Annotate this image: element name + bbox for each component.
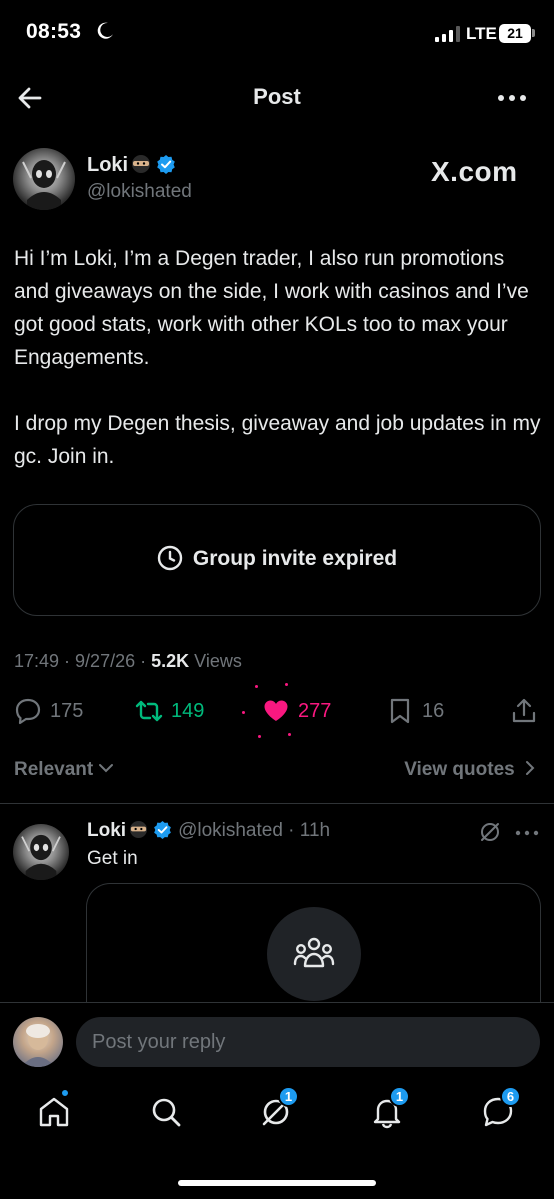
like-sparkle xyxy=(288,733,291,736)
share-icon xyxy=(512,698,536,723)
source-label: X.com xyxy=(431,156,518,187)
reply-handle-time: @lokishated · 11h xyxy=(178,820,331,841)
nav-search[interactable] xyxy=(148,1094,184,1130)
reply-composer xyxy=(0,1002,554,1078)
bookmark-count: 16 xyxy=(422,700,445,722)
moon-icon xyxy=(97,22,113,39)
ninja-emoji-icon xyxy=(130,820,148,839)
sort-dropdown[interactable]: Relevant xyxy=(14,759,114,781)
battery-tip xyxy=(532,29,535,37)
reply-author-name[interactable]: Loki xyxy=(87,820,126,841)
author-name-row[interactable]: Loki xyxy=(87,154,176,177)
grok-badge: 1 xyxy=(278,1086,299,1107)
nav-messages[interactable]: 6 xyxy=(480,1086,521,1130)
reply-avatar[interactable] xyxy=(13,824,69,880)
verified-badge-icon xyxy=(154,820,171,839)
battery-indicator: 21 xyxy=(499,24,531,43)
post-time: 17:49 xyxy=(14,651,60,671)
search-icon xyxy=(152,1098,181,1127)
post-body: Hi I’m Loki, I’m a Degen trader, I also … xyxy=(14,242,544,506)
reply-text: Get in xyxy=(87,848,138,869)
author-name[interactable]: Loki xyxy=(87,154,128,176)
view-quotes-label: View quotes xyxy=(404,759,515,780)
author-avatar[interactable] xyxy=(13,148,75,210)
views-count[interactable]: 5.2K xyxy=(151,651,189,671)
nav-home[interactable] xyxy=(36,1088,72,1130)
group-icon xyxy=(293,937,335,968)
reply-more-icon[interactable] xyxy=(514,826,540,840)
post-author: Loki @lokishated X.com xyxy=(13,148,543,214)
home-icon xyxy=(39,1097,69,1127)
like-count: 277 xyxy=(298,700,332,722)
post-paragraph: I drop my Degen thesis, giveaway and job… xyxy=(14,412,541,468)
home-indicator xyxy=(178,1180,376,1186)
grok-icon[interactable] xyxy=(478,820,502,844)
reply-item[interactable]: Loki @lokishated · 11h Get in xyxy=(0,818,554,1053)
repost-count: 149 xyxy=(171,700,205,722)
like-sparkle xyxy=(242,711,245,714)
view-quotes-link[interactable]: View quotes xyxy=(404,759,536,781)
reply-icon xyxy=(15,698,41,725)
chevron-down-icon xyxy=(99,764,114,773)
page-title: Post xyxy=(253,84,301,109)
top-header: Post xyxy=(0,70,554,126)
current-user-avatar[interactable] xyxy=(13,1017,63,1067)
sort-label: Relevant xyxy=(14,759,94,780)
post-paragraph: Hi I’m Loki, I’m a Degen trader, I also … xyxy=(14,247,529,369)
heart-filled-icon xyxy=(264,700,288,721)
home-unread-dot xyxy=(60,1088,70,1098)
divider xyxy=(0,803,554,804)
verified-badge-icon xyxy=(157,155,175,174)
replies-sort-row: Relevant View quotes xyxy=(0,752,554,792)
notifications-badge: 1 xyxy=(389,1086,410,1107)
views-label: Views xyxy=(194,651,242,671)
status-bar: 08:53 LTE 21 xyxy=(0,0,554,60)
like-sparkle xyxy=(285,683,288,686)
post-meta: 17:49 · 9/27/26 · 5.2K Views xyxy=(14,651,242,671)
messages-badge: 6 xyxy=(500,1086,521,1107)
invite-status: Group invite expired xyxy=(14,545,540,571)
reply-input[interactable] xyxy=(76,1017,540,1067)
bookmark-icon xyxy=(390,698,410,724)
chevron-right-icon xyxy=(526,761,535,775)
more-options-icon[interactable] xyxy=(494,86,530,110)
post-actions: 175 149 277 16 xyxy=(0,683,554,738)
network-label: LTE xyxy=(466,24,497,43)
nav-notifications[interactable]: 1 xyxy=(369,1086,410,1130)
reply-header: Loki @lokishated · 11h xyxy=(87,820,330,842)
invite-status-label: Group invite expired xyxy=(192,547,398,570)
reply-count: 175 xyxy=(50,700,84,722)
signal-icon xyxy=(435,26,460,42)
status-time: 08:53 xyxy=(26,20,82,43)
ninja-emoji-icon xyxy=(132,155,151,173)
clock-icon xyxy=(157,545,183,571)
author-handle[interactable]: @lokishated xyxy=(87,181,192,203)
nav-grok[interactable]: 1 xyxy=(258,1086,299,1130)
post-date: 9/27/26 xyxy=(75,651,136,671)
like-sparkle xyxy=(255,685,258,688)
group-invite-card[interactable]: Group invite expired xyxy=(13,504,541,616)
group-icon-circle xyxy=(267,907,361,1001)
like-sparkle xyxy=(258,735,261,738)
repost-icon xyxy=(135,700,163,722)
